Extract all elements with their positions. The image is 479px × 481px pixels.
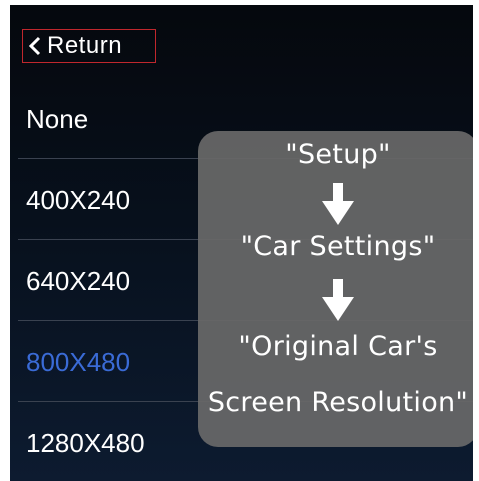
list-item-label: 800X480 bbox=[26, 347, 131, 377]
step-setup: "Setup" bbox=[285, 139, 391, 170]
arrow-down-icon bbox=[322, 279, 354, 321]
step-resolution-line2: Screen Resolution" bbox=[207, 387, 469, 418]
instruction-overlay: "Setup" "Car Settings" "Original Car's S… bbox=[198, 131, 473, 447]
arrow-down-icon bbox=[322, 183, 354, 225]
return-button[interactable]: Return bbox=[22, 29, 156, 63]
list-item-label: 400X240 bbox=[26, 185, 131, 215]
list-item-label: 1280X480 bbox=[26, 428, 145, 458]
chevron-left-icon bbox=[28, 36, 41, 56]
car-display-screen: Return None 400X240 640X240 800X480 1280… bbox=[10, 5, 473, 481]
list-item-label: None bbox=[26, 104, 89, 134]
step-car-settings: "Car Settings" bbox=[240, 231, 436, 262]
step-resolution-line1: "Original Car's bbox=[238, 331, 438, 362]
list-item-label: 640X240 bbox=[26, 266, 131, 296]
return-label: Return bbox=[47, 32, 123, 59]
